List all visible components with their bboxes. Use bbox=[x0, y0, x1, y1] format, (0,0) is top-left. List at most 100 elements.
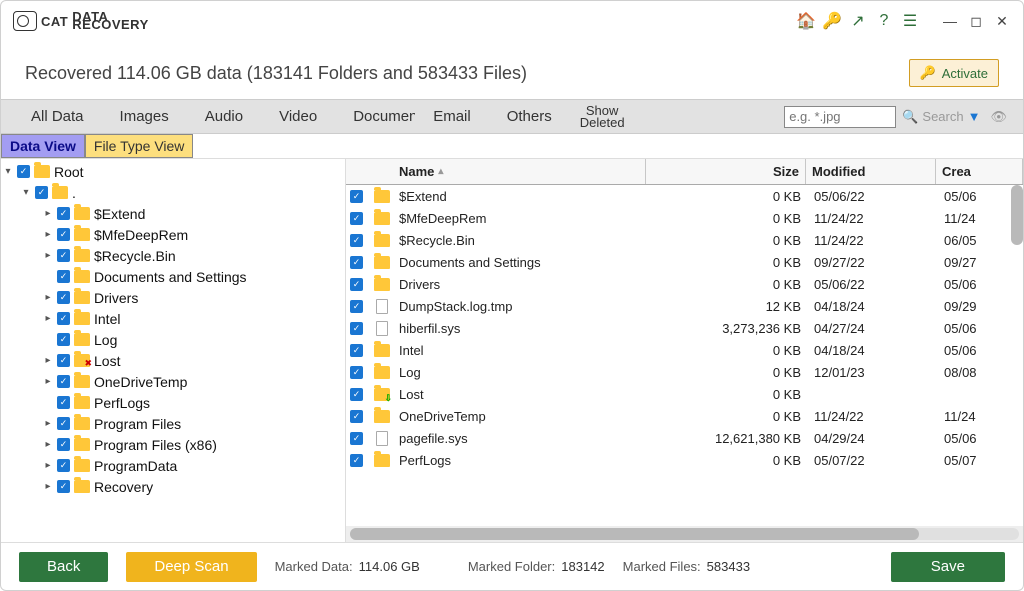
vertical-scrollbar[interactable] bbox=[1011, 185, 1023, 526]
menu-icon[interactable]: ☰ bbox=[897, 8, 923, 34]
checkbox[interactable]: ✓ bbox=[350, 366, 363, 379]
tab-email[interactable]: Email bbox=[415, 104, 489, 129]
tab-documents[interactable]: Documents bbox=[335, 104, 415, 129]
tree-item[interactable]: ✓PerfLogs bbox=[1, 392, 345, 413]
expand-icon[interactable]: ▸ bbox=[43, 229, 53, 240]
table-row[interactable]: ✓$Recycle.Bin0 KB11/24/2206/05 bbox=[346, 229, 1023, 251]
table-row[interactable]: ✓$Extend0 KB05/06/2205/06 bbox=[346, 185, 1023, 207]
table-row[interactable]: ✓DumpStack.log.tmp12 KB04/18/2409/29 bbox=[346, 295, 1023, 317]
table-row[interactable]: ✓Drivers0 KB05/06/2205/06 bbox=[346, 273, 1023, 295]
checkbox[interactable]: ✓ bbox=[350, 344, 363, 357]
activate-button[interactable]: 🔑 Activate bbox=[909, 59, 999, 87]
deep-scan-button[interactable]: Deep Scan bbox=[126, 552, 256, 582]
checkbox[interactable]: ✓ bbox=[57, 480, 70, 493]
tab-data-view[interactable]: Data View bbox=[1, 134, 85, 158]
checkbox[interactable]: ✓ bbox=[350, 256, 363, 269]
checkbox[interactable]: ✓ bbox=[350, 190, 363, 203]
table-row[interactable]: ✓Lost0 KB bbox=[346, 383, 1023, 405]
table-row[interactable]: ✓Log0 KB12/01/2308/08 bbox=[346, 361, 1023, 383]
table-row[interactable]: ✓$MfeDeepRem0 KB11/24/2211/24 bbox=[346, 207, 1023, 229]
tab-show-deleted[interactable]: Show Deleted bbox=[570, 105, 635, 129]
checkbox[interactable]: ✓ bbox=[57, 396, 70, 409]
checkbox[interactable]: ✓ bbox=[350, 432, 363, 445]
table-row[interactable]: ✓hiberfil.sys3,273,236 KB04/27/2405/06 bbox=[346, 317, 1023, 339]
checkbox[interactable]: ✓ bbox=[57, 228, 70, 241]
col-name[interactable]: Name▴ bbox=[393, 159, 646, 184]
search-button[interactable]: 🔍 Search ▼ bbox=[896, 109, 986, 125]
close-button[interactable]: ✕ bbox=[989, 8, 1015, 34]
tab-video[interactable]: Video bbox=[261, 104, 335, 129]
tab-file-type-view[interactable]: File Type View bbox=[85, 134, 194, 158]
expand-icon[interactable]: ▸ bbox=[43, 418, 53, 429]
table-row[interactable]: ✓OneDriveTemp0 KB11/24/2211/24 bbox=[346, 405, 1023, 427]
tab-audio[interactable]: Audio bbox=[187, 104, 261, 129]
checkbox[interactable]: ✓ bbox=[57, 270, 70, 283]
expand-icon[interactable]: ▸ bbox=[43, 355, 53, 366]
key-icon[interactable]: 🔑 bbox=[819, 8, 845, 34]
tree-item[interactable]: ▸✓Lost bbox=[1, 350, 345, 371]
tree-item[interactable]: ✓Documents and Settings bbox=[1, 266, 345, 287]
horizontal-scrollbar[interactable] bbox=[346, 526, 1023, 542]
eye-icon[interactable]: 👁 bbox=[986, 109, 1011, 125]
grid-body[interactable]: ✓$Extend0 KB05/06/2205/06✓$MfeDeepRem0 K… bbox=[346, 185, 1023, 526]
expand-icon[interactable]: ▸ bbox=[43, 292, 53, 303]
checkbox[interactable]: ✓ bbox=[57, 333, 70, 346]
expand-icon[interactable]: ▸ bbox=[43, 376, 53, 387]
collapse-icon[interactable]: ▾ bbox=[3, 166, 13, 177]
checkbox[interactable]: ✓ bbox=[17, 165, 30, 178]
minimize-button[interactable]: — bbox=[937, 8, 963, 34]
checkbox[interactable]: ✓ bbox=[57, 207, 70, 220]
table-row[interactable]: ✓pagefile.sys12,621,380 KB04/29/2405/06 bbox=[346, 427, 1023, 449]
tree-item[interactable]: ▸✓Recovery bbox=[1, 476, 345, 497]
checkbox[interactable]: ✓ bbox=[57, 312, 70, 325]
home-icon[interactable]: 🏠 bbox=[793, 8, 819, 34]
checkbox[interactable]: ✓ bbox=[35, 186, 48, 199]
col-modified[interactable]: Modified bbox=[806, 159, 936, 184]
table-row[interactable]: ✓Intel0 KB04/18/2405/06 bbox=[346, 339, 1023, 361]
checkbox[interactable]: ✓ bbox=[350, 322, 363, 335]
tree-item[interactable]: ▸✓ProgramData bbox=[1, 455, 345, 476]
checkbox[interactable]: ✓ bbox=[350, 278, 363, 291]
checkbox[interactable]: ✓ bbox=[57, 438, 70, 451]
tab-all-data[interactable]: All Data bbox=[13, 104, 102, 129]
col-created[interactable]: Crea bbox=[936, 159, 1023, 184]
checkbox[interactable]: ✓ bbox=[57, 354, 70, 367]
tree-item[interactable]: ▸✓$Extend bbox=[1, 203, 345, 224]
tree-root[interactable]: ▾ ✓ Root bbox=[1, 161, 345, 182]
tree-item[interactable]: ▸✓Drivers bbox=[1, 287, 345, 308]
checkbox[interactable]: ✓ bbox=[350, 234, 363, 247]
tree-item[interactable]: ▸✓Program Files bbox=[1, 413, 345, 434]
tree-item[interactable]: ▸✓Intel bbox=[1, 308, 345, 329]
tree-item[interactable]: ✓Log bbox=[1, 329, 345, 350]
tree-item[interactable]: ▸✓$MfeDeepRem bbox=[1, 224, 345, 245]
arrow-icon[interactable]: ↗ bbox=[845, 8, 871, 34]
table-row[interactable]: ✓PerfLogs0 KB05/07/2205/07 bbox=[346, 449, 1023, 471]
search-input[interactable] bbox=[784, 106, 896, 128]
expand-icon[interactable]: ▸ bbox=[43, 208, 53, 219]
expand-icon[interactable]: ▸ bbox=[43, 439, 53, 450]
tab-images[interactable]: Images bbox=[102, 104, 187, 129]
tree-item[interactable]: ▸✓Program Files (x86) bbox=[1, 434, 345, 455]
tree-item[interactable]: ▸✓$Recycle.Bin bbox=[1, 245, 345, 266]
checkbox[interactable]: ✓ bbox=[57, 417, 70, 430]
expand-icon[interactable]: ▸ bbox=[43, 250, 53, 261]
checkbox[interactable]: ✓ bbox=[57, 249, 70, 262]
checkbox[interactable]: ✓ bbox=[350, 388, 363, 401]
expand-icon[interactable]: ▸ bbox=[43, 460, 53, 471]
tree-dot[interactable]: ▾ ✓ . bbox=[1, 182, 345, 203]
expand-icon[interactable]: ▸ bbox=[43, 481, 53, 492]
maximize-button[interactable]: ◻ bbox=[963, 8, 989, 34]
checkbox[interactable]: ✓ bbox=[350, 212, 363, 225]
back-button[interactable]: Back bbox=[19, 552, 108, 582]
question-icon[interactable]: ? bbox=[871, 8, 897, 34]
tree-item[interactable]: ▸✓OneDriveTemp bbox=[1, 371, 345, 392]
tab-others[interactable]: Others bbox=[489, 104, 570, 129]
checkbox[interactable]: ✓ bbox=[350, 454, 363, 467]
checkbox[interactable]: ✓ bbox=[350, 300, 363, 313]
save-button[interactable]: Save bbox=[891, 552, 1005, 582]
collapse-icon[interactable]: ▾ bbox=[21, 187, 31, 198]
col-size[interactable]: Size bbox=[646, 159, 806, 184]
checkbox[interactable]: ✓ bbox=[350, 410, 363, 423]
expand-icon[interactable]: ▸ bbox=[43, 313, 53, 324]
checkbox[interactable]: ✓ bbox=[57, 291, 70, 304]
